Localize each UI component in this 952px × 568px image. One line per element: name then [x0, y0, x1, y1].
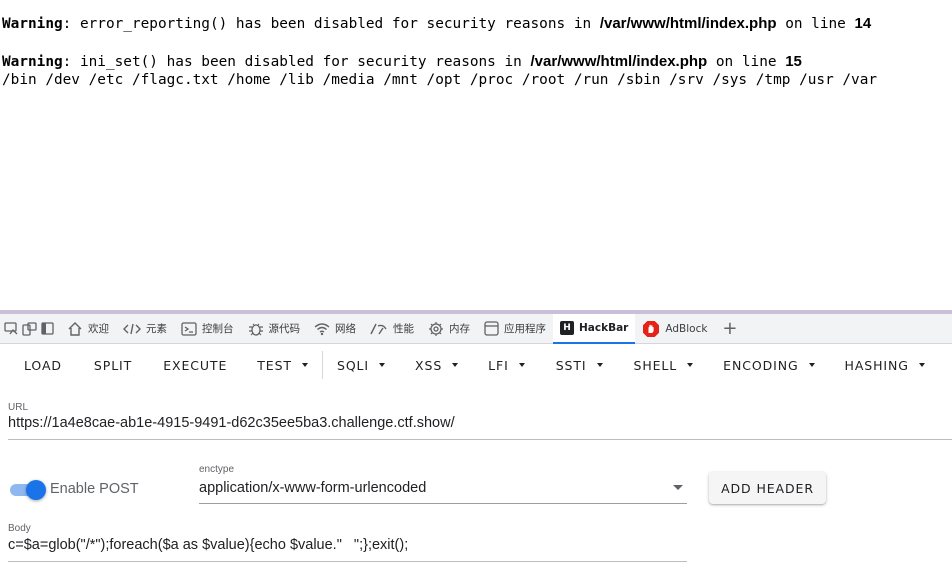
warning-line-1: Warning: error_reporting() has been disa… — [2, 14, 871, 34]
tab-label: 网络 — [335, 323, 356, 335]
test-label: TEST — [257, 357, 292, 373]
warning-message: : error_reporting() has been disabled fo… — [62, 16, 600, 32]
ssti-label: SSTI — [555, 357, 587, 373]
add-tab-button[interactable]: + — [714, 314, 745, 344]
body-underline — [8, 561, 687, 562]
dock-side-icon[interactable] — [38, 320, 56, 338]
body-input[interactable]: c=$a=glob("/*");foreach($a as $value){ec… — [8, 537, 408, 553]
warning-line-number: 14 — [854, 15, 872, 32]
warning-label: Warning — [2, 54, 63, 70]
url-underline — [8, 439, 952, 440]
execute-label: EXECUTE — [163, 357, 228, 373]
warning-on-line: on line — [776, 16, 855, 32]
add-header-button[interactable]: ADD HEADER — [709, 472, 826, 504]
ssti-dropdown[interactable]: SSTI — [556, 345, 603, 385]
sqli-label: SQLI — [336, 357, 370, 373]
xss-label: XSS — [415, 357, 443, 373]
body-field-label: Body — [8, 523, 31, 534]
encoding-dropdown[interactable]: ENCODING — [723, 345, 815, 385]
chevron-down-icon — [596, 363, 603, 367]
warning-message: : ini_set() has been disabled for securi… — [62, 54, 531, 70]
tab-label: 控制台 — [202, 323, 234, 335]
encoding-label: ENCODING — [723, 357, 799, 373]
device-emulation-icon[interactable] — [2, 320, 20, 338]
test-dropdown[interactable]: TEST — [257, 345, 308, 385]
tab-console[interactable]: 控制台 — [174, 314, 241, 344]
tab-label: HackBar — [579, 321, 629, 334]
url-input[interactable]: https://1a4e8cae-ab1e-4915-9491-d62c35ee… — [8, 415, 455, 431]
tab-label: 内存 — [449, 323, 470, 335]
tab-label: 欢迎 — [88, 323, 109, 335]
enctype-select[interactable]: application/x-www-form-urlencoded — [199, 480, 426, 496]
tab-memory[interactable]: 内存 — [421, 314, 477, 344]
split-button[interactable]: SPLIT — [94, 345, 132, 385]
bug-icon — [248, 323, 263, 336]
tab-performance[interactable]: 性能 — [363, 314, 421, 344]
hashing-label: HASHING — [844, 357, 909, 373]
devtools-tab-bar: 欢迎 元素 控制台 源代码 网络 性能 内存 应用程序 H HackBar Ad… — [0, 313, 952, 344]
tab-application[interactable]: 应用程序 — [477, 314, 553, 344]
shell-label: SHELL — [633, 357, 678, 373]
hashing-dropdown[interactable]: HASHING — [845, 345, 925, 385]
tab-label: 源代码 — [268, 323, 301, 335]
tab-hackbar[interactable]: H HackBar — [553, 313, 636, 344]
wifi-icon — [314, 322, 330, 335]
directory-listing: /bin /dev /etc /flagc.txt /home /lib /me… — [2, 72, 878, 88]
warning-path: /var/www/html/index.php — [530, 53, 708, 70]
tab-label: AdBlock — [665, 322, 708, 335]
chevron-down-icon — [518, 363, 525, 367]
tab-label: 应用程序 — [504, 323, 546, 335]
console-icon — [181, 321, 197, 336]
home-icon — [68, 321, 82, 336]
chevron-down-icon — [808, 363, 815, 367]
load-button[interactable]: LOAD — [24, 345, 62, 385]
chevron-down-icon — [301, 363, 308, 367]
app-window-icon — [484, 321, 499, 336]
page-output: Warning: error_reporting() has been disa… — [0, 0, 952, 310]
tab-sources[interactable]: 源代码 — [241, 314, 308, 344]
xss-dropdown[interactable]: XSS — [415, 345, 459, 385]
warning-on-line: on line — [707, 54, 786, 70]
adblock-logo-icon — [643, 320, 660, 337]
performance-icon — [370, 323, 387, 334]
inspect-device-icon[interactable] — [20, 320, 38, 338]
tab-elements[interactable]: 元素 — [116, 314, 174, 344]
load-label: LOAD — [24, 357, 62, 373]
warning-label: Warning — [2, 16, 63, 32]
chevron-down-icon — [452, 363, 459, 367]
hackbar-logo-icon: H — [560, 320, 574, 335]
enable-post-label: Enable POST — [50, 481, 139, 497]
lfi-dropdown[interactable]: LFI — [488, 345, 525, 385]
chevron-down-icon — [379, 363, 386, 367]
tab-network[interactable]: 网络 — [307, 314, 363, 344]
chevron-down-icon[interactable] — [673, 485, 683, 490]
hackbar-toolbar: LOAD SPLIT EXECUTE TEST SQLI XSS LFI SST… — [0, 345, 952, 385]
toolbar-divider — [321, 351, 323, 379]
code-icon — [123, 323, 141, 334]
warning-line-2: Warning: ini_set() has been disabled for… — [2, 52, 802, 72]
devtools-panel: 欢迎 元素 控制台 源代码 网络 性能 内存 应用程序 H HackBar Ad… — [0, 310, 952, 568]
enable-post-toggle[interactable] — [10, 480, 46, 500]
chevron-down-icon — [918, 363, 925, 367]
tab-welcome[interactable]: 欢迎 — [60, 314, 116, 344]
memory-chip-icon — [429, 321, 443, 336]
url-field-label: URL — [8, 402, 29, 413]
execute-button[interactable]: EXECUTE — [163, 345, 227, 385]
lfi-label: LFI — [488, 357, 509, 373]
toggle-knob — [26, 480, 46, 500]
tab-label: 元素 — [146, 323, 167, 335]
warning-path: /var/www/html/index.php — [599, 15, 777, 32]
warning-line-number: 15 — [785, 53, 802, 70]
sqli-dropdown[interactable]: SQLI — [336, 345, 386, 385]
tab-adblock[interactable]: AdBlock — [635, 314, 714, 344]
enctype-label: enctype — [199, 464, 235, 475]
shell-dropdown[interactable]: SHELL — [634, 345, 694, 385]
enctype-underline — [199, 503, 687, 504]
tab-label: 性能 — [393, 323, 414, 335]
chevron-down-icon — [687, 363, 694, 367]
split-label: SPLIT — [93, 357, 133, 373]
